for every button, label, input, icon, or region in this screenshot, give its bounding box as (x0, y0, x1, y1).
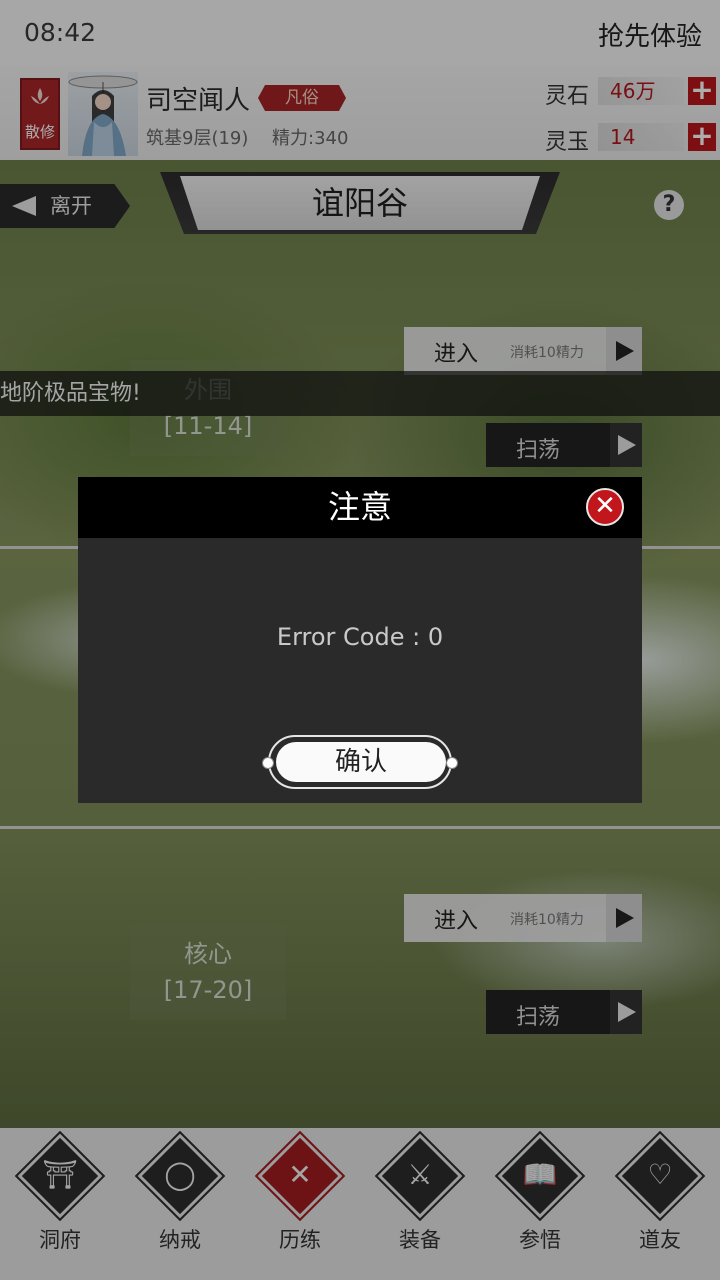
close-icon: ✕ (594, 491, 616, 521)
error-message: Error Code : 0 (276, 623, 444, 651)
dialog-title: 注意 (78, 477, 642, 538)
close-button[interactable]: ✕ (586, 488, 624, 526)
confirm-button[interactable]: 确认 (276, 742, 446, 782)
frame-ornament (262, 757, 274, 769)
confirm-frame: 确认 (262, 735, 458, 789)
error-dialog: 注意 ✕ Error Code : 0 确认 (78, 477, 642, 803)
frame-ornament (446, 757, 458, 769)
